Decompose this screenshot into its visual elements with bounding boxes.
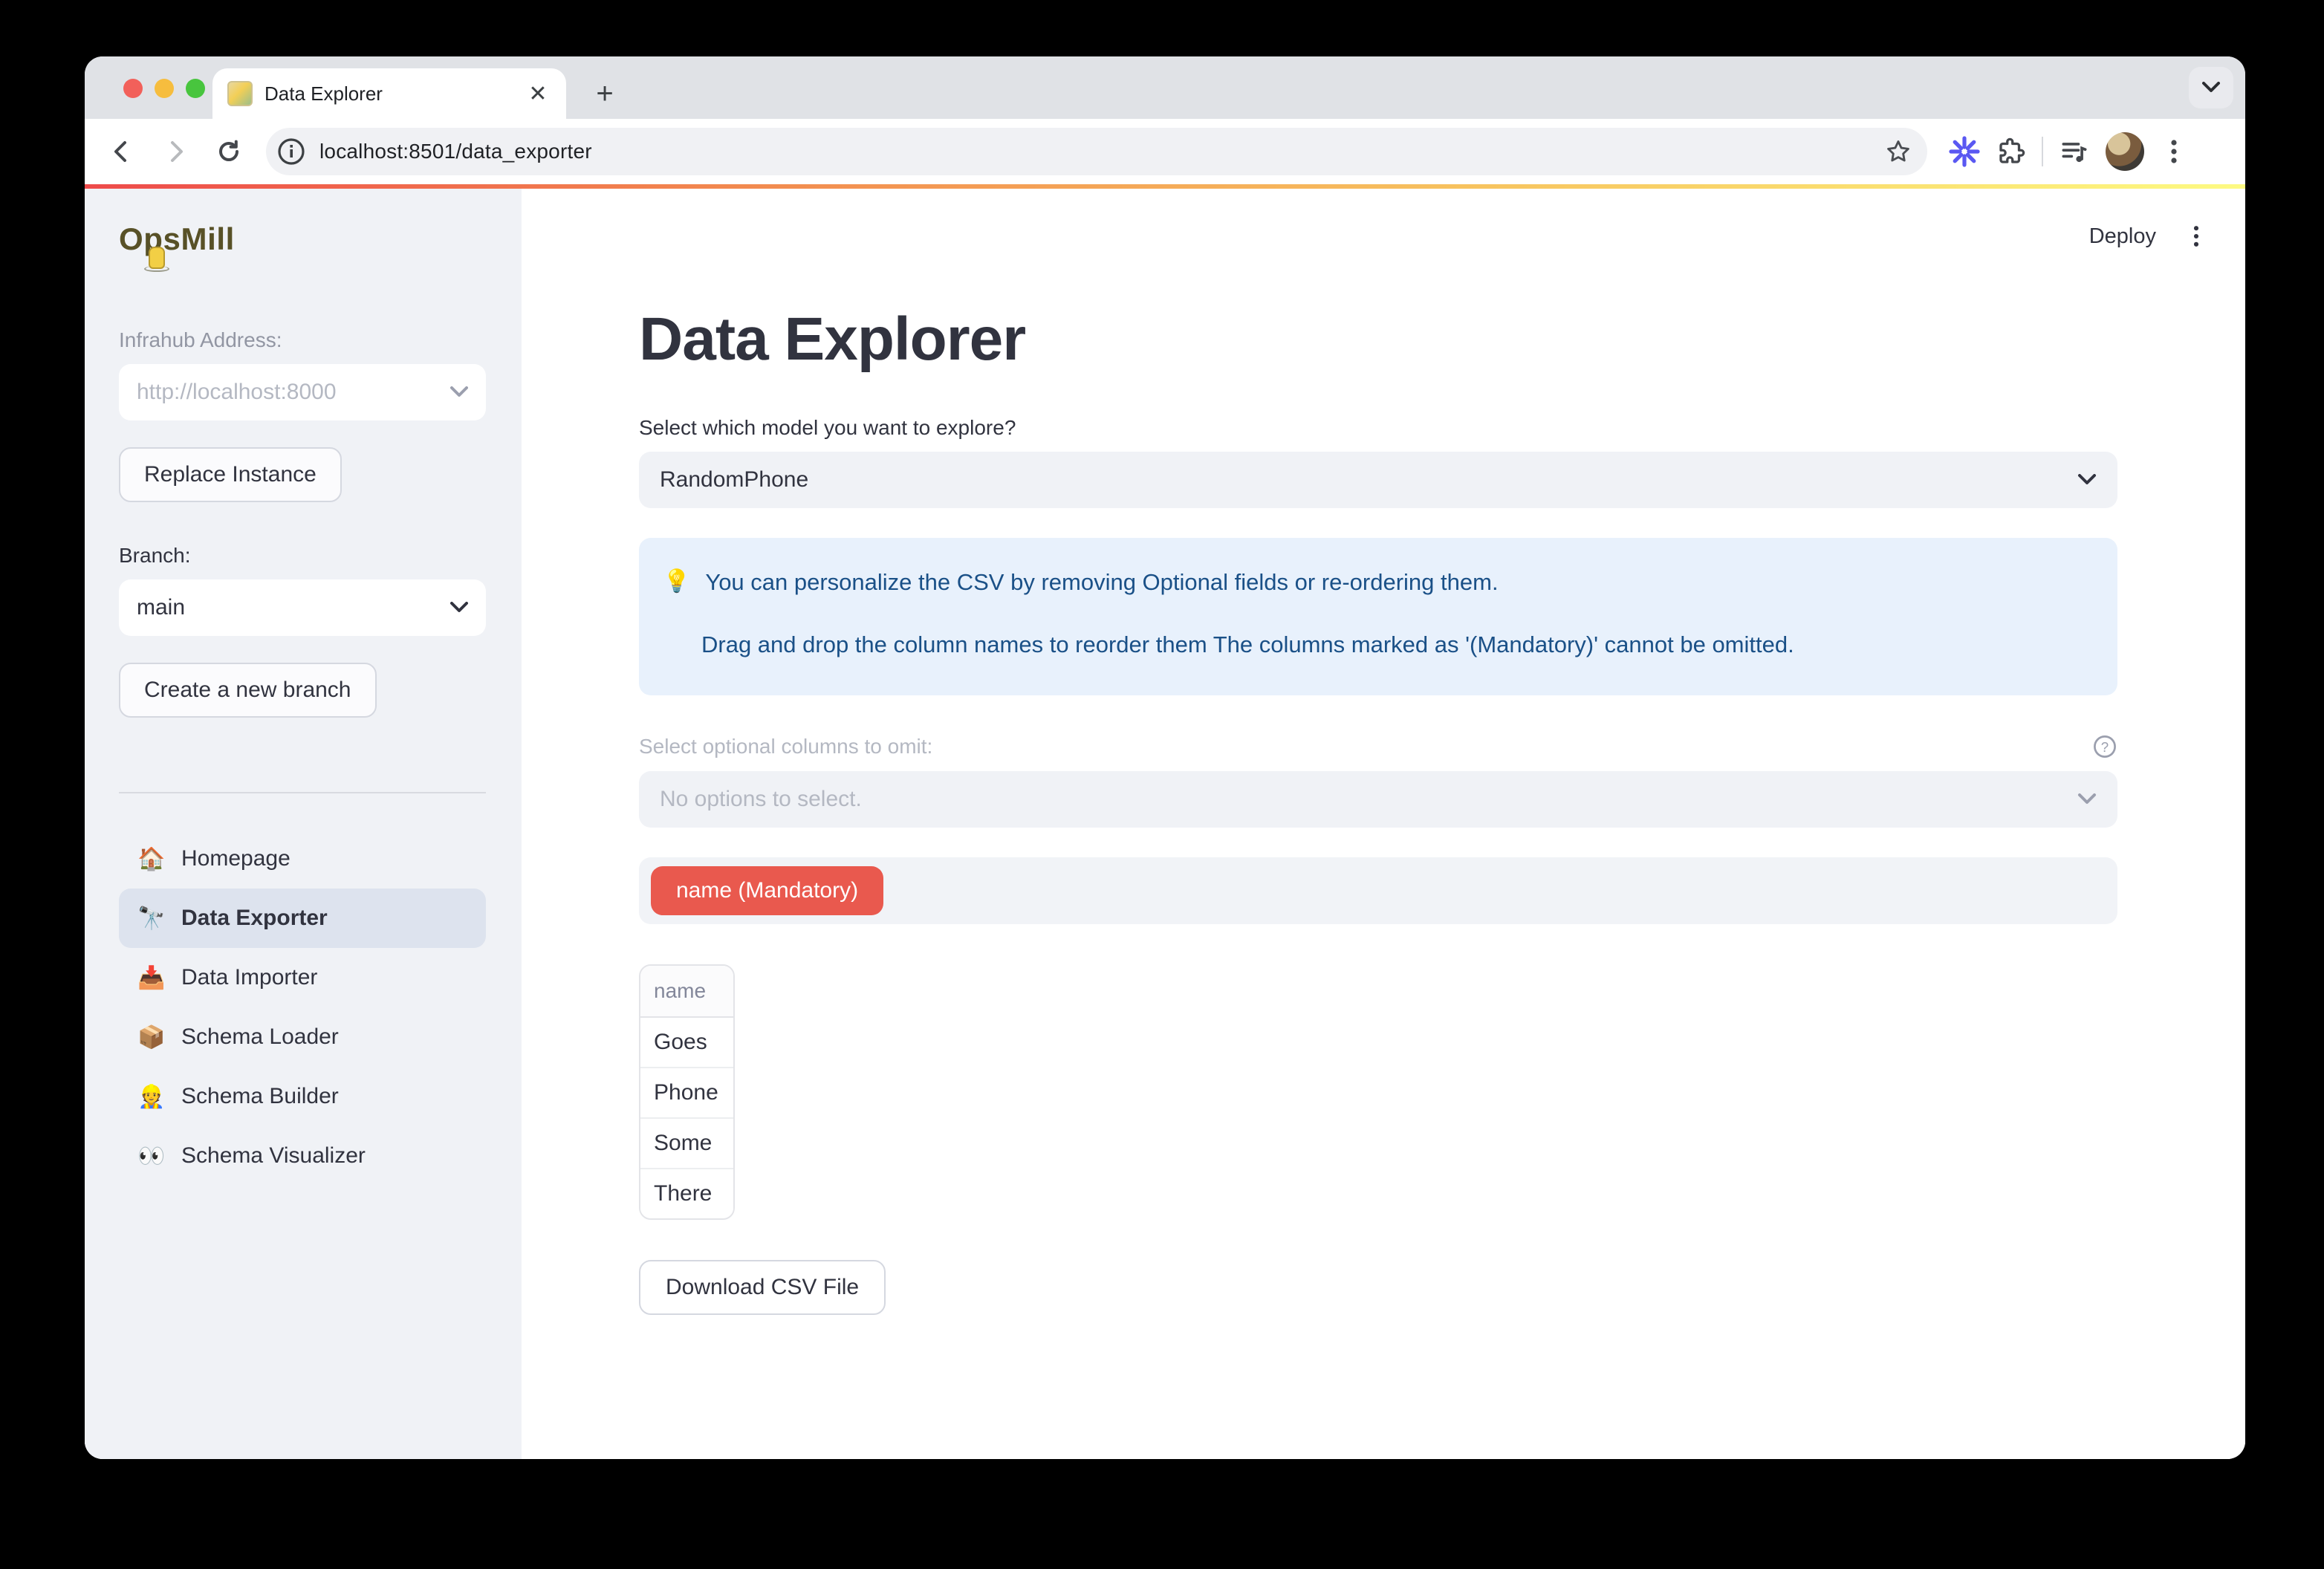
- sidebar-item-schema-visualizer[interactable]: 👀 Schema Visualizer: [119, 1126, 486, 1186]
- sidebar-item-schema-loader[interactable]: 📦 Schema Loader: [119, 1007, 486, 1067]
- info-text-line1: You can personalize the CSV by removing …: [705, 565, 1498, 600]
- table-row: Goes: [640, 1018, 733, 1068]
- tab-close-icon[interactable]: ✕: [525, 81, 551, 107]
- page-title: Data Explorer: [639, 305, 2117, 374]
- back-button[interactable]: [100, 129, 144, 174]
- toolbar-separator: [2042, 137, 2043, 166]
- replace-instance-button[interactable]: Replace Instance: [119, 447, 342, 502]
- sidebar-item-label: Homepage: [181, 846, 290, 871]
- sidebar-item-homepage[interactable]: 🏠 Homepage: [119, 829, 486, 889]
- reload-button[interactable]: [207, 129, 251, 174]
- media-controls-icon[interactable]: [2058, 135, 2091, 168]
- close-window-button[interactable]: [123, 79, 143, 98]
- info-text-line2: Drag and drop the column names to reorde…: [701, 627, 1794, 663]
- download-csv-button[interactable]: Download CSV File: [639, 1260, 886, 1315]
- streamlit-app: OpsMill Infrahub Address: http://localho…: [85, 189, 2245, 1459]
- sidebar-item-data-importer[interactable]: 📥 Data Importer: [119, 948, 486, 1007]
- window-controls: [123, 79, 205, 98]
- browser-window: Data Explorer ✕ +: [85, 56, 2245, 1459]
- package-icon: 📦: [137, 1024, 166, 1050]
- sidebar-item-data-exporter[interactable]: 🔭 Data Exporter: [119, 889, 486, 948]
- toolbar-right: [1948, 132, 2195, 171]
- tab-strip: Data Explorer ✕ +: [85, 56, 2245, 119]
- extensions-puzzle-icon[interactable]: [1996, 136, 2027, 167]
- model-select[interactable]: RandomPhone: [639, 452, 2117, 508]
- tab-title: Data Explorer: [264, 82, 513, 105]
- inbox-tray-icon: 📥: [137, 965, 166, 991]
- screen: Data Explorer ✕ +: [0, 0, 2324, 1569]
- deploy-button[interactable]: Deploy: [2089, 224, 2156, 249]
- omit-row: Select optional columns to omit: ?: [639, 734, 2117, 759]
- branch-value: main: [137, 595, 185, 620]
- infrahub-address-value: http://localhost:8000: [137, 380, 337, 405]
- tab-search-button[interactable]: [2189, 67, 2233, 108]
- sidebar-item-label: Schema Visualizer: [181, 1143, 366, 1169]
- sidebar-item-label: Data Exporter: [181, 906, 328, 931]
- app-header: Deploy: [522, 189, 2245, 254]
- site-info-icon[interactable]: [275, 135, 308, 168]
- chevron-down-icon: [2077, 474, 2097, 486]
- table-header-name: name: [640, 966, 733, 1018]
- telescope-icon: 🔭: [137, 906, 166, 932]
- new-tab-button[interactable]: +: [584, 73, 626, 114]
- omit-columns-select[interactable]: No options to select.: [639, 771, 2117, 828]
- tab-favicon-icon: [227, 81, 253, 106]
- sidebar-item-label: Schema Builder: [181, 1084, 339, 1109]
- extension-asterisk-icon[interactable]: [1948, 135, 1981, 168]
- opsmill-logo: OpsMill: [119, 221, 235, 256]
- page-content: Data Explorer Select which model you wan…: [639, 305, 2117, 1315]
- opsmill-mascot-icon: [149, 247, 165, 269]
- chevron-down-icon: [450, 386, 468, 398]
- info-box: 💡 You can personalize the CSV by removin…: [639, 538, 2117, 695]
- sidebar-item-label: Data Importer: [181, 965, 317, 990]
- create-branch-button[interactable]: Create a new branch: [119, 663, 377, 718]
- bookmark-star-icon[interactable]: [1884, 137, 1912, 166]
- profile-avatar[interactable]: [2106, 132, 2144, 171]
- sidebar-divider: [119, 792, 486, 793]
- preview-table: name Goes Phone Some There: [639, 964, 735, 1220]
- logo-row: OpsMill: [119, 221, 486, 284]
- chevron-down-icon: [450, 602, 468, 614]
- column-chip-name-mandatory[interactable]: name (Mandatory): [651, 866, 883, 915]
- branch-select[interactable]: main: [119, 579, 486, 636]
- svg-text:?: ?: [2101, 739, 2109, 755]
- eyes-icon: 👀: [137, 1143, 166, 1169]
- home-icon: 🏠: [137, 846, 166, 872]
- zoom-window-button[interactable]: [186, 79, 205, 98]
- sidebar-item-schema-builder[interactable]: 👷 Schema Builder: [119, 1067, 486, 1126]
- table-row: Some: [640, 1119, 733, 1169]
- branch-label: Branch:: [119, 544, 486, 568]
- table-row: There: [640, 1169, 733, 1218]
- app-menu-icon[interactable]: [2183, 223, 2210, 250]
- chevron-down-icon: [2077, 793, 2097, 805]
- column-chip-strip: name (Mandatory): [639, 857, 2117, 924]
- table-row: Phone: [640, 1068, 733, 1119]
- sidebar-item-label: Schema Loader: [181, 1024, 339, 1050]
- main-panel: Deploy Data Explorer Select which model …: [522, 189, 2245, 1459]
- construction-worker-icon: 👷: [137, 1084, 166, 1110]
- browser-toolbar: localhost:8501/data_exporter: [85, 119, 2245, 184]
- infrahub-address-select[interactable]: http://localhost:8000: [119, 364, 486, 420]
- browser-tab[interactable]: Data Explorer ✕: [212, 68, 566, 119]
- infrahub-address-label: Infrahub Address:: [119, 328, 486, 352]
- lightbulb-icon: 💡: [663, 565, 690, 600]
- model-select-value: RandomPhone: [660, 467, 808, 493]
- minimize-window-button[interactable]: [155, 79, 174, 98]
- browser-menu-icon[interactable]: [2159, 137, 2189, 166]
- omit-columns-value: No options to select.: [660, 787, 862, 812]
- sidebar: OpsMill Infrahub Address: http://localho…: [85, 189, 522, 1459]
- help-icon[interactable]: ?: [2092, 734, 2117, 759]
- address-bar[interactable]: localhost:8501/data_exporter: [266, 128, 1927, 175]
- url-text[interactable]: localhost:8501/data_exporter: [319, 140, 1872, 163]
- model-select-label: Select which model you want to explore?: [639, 416, 2117, 440]
- chevron-down-icon: [2202, 82, 2220, 94]
- omit-columns-label: Select optional columns to omit:: [639, 735, 932, 758]
- forward-button[interactable]: [153, 129, 198, 174]
